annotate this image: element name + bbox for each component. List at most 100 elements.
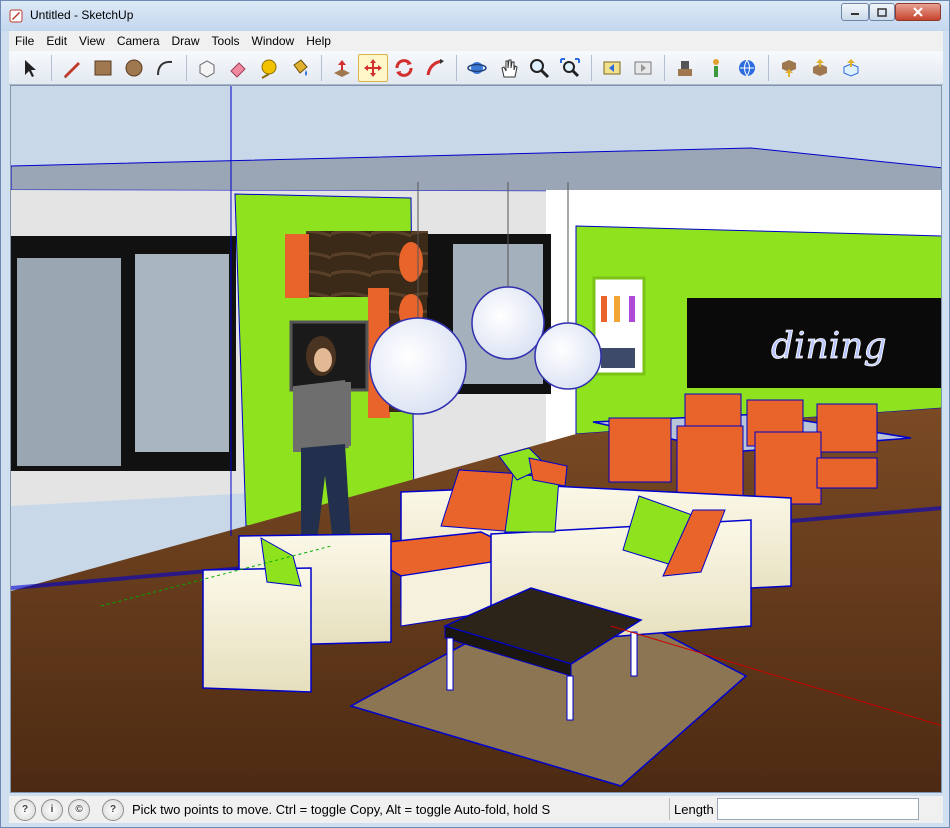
pan-tool-button[interactable] — [493, 54, 523, 82]
toolbar-separator — [456, 54, 457, 81]
measurements-input[interactable] — [717, 798, 919, 820]
share-model-button[interactable] — [805, 54, 835, 82]
menu-window[interactable]: Window — [246, 34, 301, 48]
title-bar: Untitled - SketchUp — [1, 1, 949, 31]
pendant-lamp-1 — [369, 317, 467, 415]
coffee-table-leg — [566, 675, 574, 721]
walk-tool-icon — [713, 58, 719, 77]
bottle-purple — [629, 296, 635, 322]
push-pull-tool-icon — [334, 59, 350, 77]
paint-bucket-tool-button[interactable] — [285, 54, 315, 82]
photo-frames — [601, 348, 635, 368]
orange-disc-top — [399, 242, 423, 282]
toolbar-separator — [664, 54, 665, 81]
bottle-red — [601, 296, 607, 322]
armchair-front — [202, 567, 312, 693]
menu-camera[interactable]: Camera — [111, 34, 166, 48]
ceiling — [11, 147, 941, 193]
bottle-orange — [614, 296, 620, 322]
sketchup-app-icon — [9, 9, 23, 23]
maximize-button[interactable] — [869, 3, 895, 21]
circle-tool-icon — [125, 59, 143, 76]
make-component-icon — [199, 59, 215, 78]
get-models-button[interactable] — [774, 54, 804, 82]
orbit-tool-icon — [467, 61, 487, 74]
follow-me-tool-button[interactable] — [420, 54, 450, 82]
previous-view-icon — [603, 61, 621, 74]
eraser-tool-icon — [230, 61, 246, 78]
eraser-tool-button[interactable] — [223, 54, 253, 82]
next-view-button[interactable] — [628, 54, 658, 82]
rotate-tool-button[interactable] — [389, 54, 419, 82]
get-current-view-button[interactable] — [732, 54, 762, 82]
menu-help[interactable]: Help — [300, 34, 337, 48]
menu-edit[interactable]: Edit — [40, 34, 73, 48]
share-model-icon — [813, 58, 827, 76]
geo-location-icon[interactable]: ? — [14, 798, 36, 821]
status-bar: ? i © ? Pick two points to move. Ctrl = … — [9, 796, 943, 823]
select-tool-icon — [25, 59, 36, 77]
rectangle-tool-button[interactable] — [88, 54, 118, 82]
circle-tool-button[interactable] — [119, 54, 149, 82]
pencil-line-tool-icon — [64, 61, 80, 78]
credits-icon[interactable]: i — [41, 798, 63, 821]
move-tool-button[interactable] — [358, 53, 388, 82]
rectangle-tool-icon — [94, 60, 112, 75]
model-viewport[interactable]: dining — [10, 85, 942, 793]
user-account-icon[interactable]: © — [68, 798, 90, 821]
main-toolbar — [9, 51, 943, 85]
tape-measure-tool-icon — [261, 59, 277, 79]
maximize-icon — [877, 7, 887, 17]
menu-draw[interactable]: Draw — [166, 34, 206, 48]
menu-bar: File Edit View Camera Draw Tools Window … — [9, 31, 943, 51]
menu-tools[interactable]: Tools — [206, 34, 246, 48]
status-message: Pick two points to move. Ctrl = toggle C… — [132, 802, 551, 817]
coffee-table-leg — [630, 631, 638, 677]
get-current-view-icon — [739, 59, 755, 77]
window-title: Untitled - SketchUp — [30, 8, 134, 22]
orange-wall-panel-left — [285, 234, 309, 298]
toolbar-separator — [186, 54, 187, 81]
toolbar-separator — [768, 54, 769, 81]
line-tool-button[interactable] — [57, 54, 87, 82]
zoom-extents-icon — [560, 57, 580, 77]
share-component-button[interactable] — [836, 54, 866, 82]
zoom-tool-button[interactable] — [524, 54, 554, 82]
close-icon — [913, 7, 923, 17]
paint-bucket-tool-icon — [293, 58, 308, 76]
previous-view-button[interactable] — [597, 54, 627, 82]
dining-sign-text: dining — [771, 326, 887, 367]
share-component-icon — [843, 58, 859, 77]
zoom-extents-button[interactable] — [555, 54, 585, 82]
pendant-lamp-3 — [534, 322, 602, 390]
toolbar-separator — [51, 54, 52, 81]
get-models-icon — [782, 59, 796, 77]
measurements-label: Length — [674, 802, 714, 817]
sketchup-window: Untitled - SketchUp File Edit View Camer… — [0, 0, 950, 828]
minimize-button[interactable] — [841, 3, 869, 21]
rotate-tool-icon — [395, 58, 413, 77]
menu-view[interactable]: View — [73, 34, 111, 48]
menu-file[interactable]: File — [9, 34, 40, 48]
make-component-button[interactable] — [192, 54, 222, 82]
orbit-tool-button[interactable] — [462, 54, 492, 82]
arc-tool-icon — [157, 60, 173, 75]
position-camera-icon — [678, 60, 692, 76]
follow-me-tool-icon — [426, 58, 444, 75]
scene-drawing: dining — [11, 86, 941, 792]
toolbar-separator — [321, 54, 322, 81]
arc-tool-button[interactable] — [150, 54, 180, 82]
close-button[interactable] — [895, 3, 941, 21]
push-pull-tool-button[interactable] — [327, 54, 357, 82]
walk-tool-button[interactable] — [701, 54, 731, 82]
tape-measure-tool-button[interactable] — [254, 54, 284, 82]
pendant-lamp-2 — [471, 286, 545, 360]
next-view-icon — [634, 61, 652, 74]
instructor-help-icon[interactable]: ? — [102, 798, 124, 821]
minimize-icon — [851, 13, 859, 15]
select-tool-button[interactable] — [15, 54, 45, 82]
position-camera-button[interactable] — [670, 54, 700, 82]
pan-tool-icon — [501, 59, 518, 77]
toolbar-separator — [591, 54, 592, 81]
coffee-table-leg — [446, 637, 454, 691]
